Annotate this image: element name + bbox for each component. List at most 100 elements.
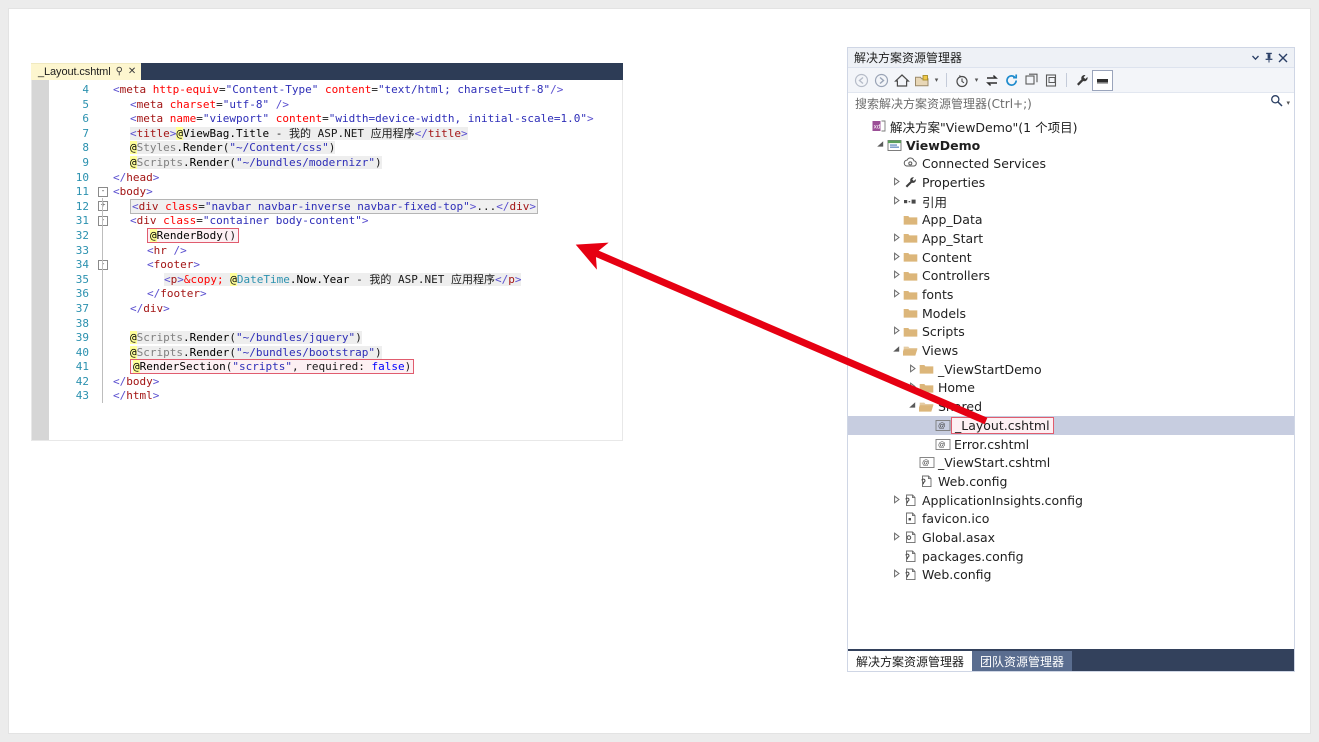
code-editor: _Layout.cshtml ⚲ ✕ 4 <meta http-equiv="Co… [31,63,623,441]
preview-selected-items-button[interactable] [1092,69,1113,91]
code-surface[interactable]: 4 <meta http-equiv="Content-Type" content… [31,80,623,441]
expanded-chevron-icon[interactable] [906,401,918,412]
properties-button[interactable] [1072,71,1091,90]
code-text: </footer> [147,287,207,301]
tree-item-content[interactable]: Content [848,248,1294,267]
screenshot-root: _Layout.cshtml ⚲ ✕ 4 <meta http-equiv="Co… [8,8,1311,734]
collapse-all-button[interactable] [1022,71,1041,90]
code-text: @RenderSection("scripts", required: fals… [113,359,415,375]
chevron-down-icon[interactable] [1248,51,1262,65]
search-dropdown-icon[interactable]: ▾ [1286,99,1290,107]
collapsed-chevron-icon[interactable] [890,326,902,337]
services-icon [902,157,919,170]
bottom-tab-solution-explorer[interactable]: 解决方案资源管理器 [848,651,973,671]
collapse-region-icon[interactable]: - [97,185,109,200]
collapsed-chevron-icon[interactable] [906,382,918,393]
tree-item-label: App_Data [922,212,983,228]
tree-item-[interactable]: 引用 [848,192,1294,211]
tree-item-favicon.ico[interactable]: favicon.ico [848,509,1294,528]
bottom-tab-team-explorer[interactable]: 团队资源管理器 [972,651,1073,671]
tree-item-controllers[interactable]: Controllers [848,267,1294,286]
collapsed-chevron-icon[interactable] [890,233,902,244]
razor-icon: @ [918,456,935,469]
collapsed-chevron-icon[interactable] [890,251,902,263]
line-number: 7 [82,126,89,140]
tree-item-models[interactable]: Models [848,304,1294,323]
tree-item-label: App_Start [922,230,984,246]
show-all-files-button[interactable] [1042,71,1061,90]
tree-item-connectedservices[interactable]: Connected Services [848,154,1294,173]
line-number: 38 [75,316,89,330]
collapsed-chevron-icon[interactable] [890,289,902,300]
folderopen-icon [918,401,935,413]
editor-tab-layout-cshtml[interactable]: _Layout.cshtml ⚲ ✕ [31,63,142,80]
editor-tab-label: _Layout.cshtml [38,66,111,78]
tree-item-web.config[interactable]: Web.config [848,472,1294,491]
tree-item-viewdemo1[interactable]: xd 解决方案"ViewDemo"(1 个项目) [848,117,1294,136]
expanded-chevron-icon[interactable] [890,345,902,356]
tree-item-_viewstartdemo[interactable]: _ViewStartDemo [848,360,1294,379]
collapsed-chevron-icon[interactable] [906,363,918,375]
solution-explorer-search[interactable]: 搜索解决方案资源管理器(Ctrl+;) ▾ [848,93,1294,114]
tree-item-label: 解决方案"ViewDemo"(1 个项目) [890,119,1078,135]
collapse-region-icon[interactable]: - [97,258,109,273]
code-line: 7 <title>@ViewBag.Title - 我的 ASP.NET 应用程序… [49,126,622,142]
tree-item-applicationinsights.config[interactable]: ApplicationInsights.config [848,491,1294,510]
collapse-region-icon[interactable]: - [97,214,109,229]
collapsed-chevron-icon[interactable] [890,532,902,543]
code-text: <footer> [147,258,200,272]
chevron-down-icon-2[interactable]: ▾ [972,76,981,84]
tree-item-scripts[interactable]: Scripts [848,323,1294,342]
code-text: <div class="container body-content"> [130,214,369,228]
pin-icon[interactable]: ⚲ [116,67,123,77]
tree-item-label: _ViewStartDemo [938,361,1042,377]
tree-item-packages.config[interactable]: packages.config [848,547,1294,566]
collapsed-chevron-icon[interactable] [890,270,902,281]
solution-explorer-panel: 解决方案资源管理器 ▾ ▾ 搜索解决方案资源管理器(Ctrl+;) ▾ xd 解… [847,47,1295,672]
collapsed-chevron-icon[interactable] [890,177,902,188]
expanded-chevron-icon[interactable] [874,140,886,151]
solution-explorer-toolbar: ▾ ▾ [848,68,1294,93]
collapsed-chevron-icon[interactable] [890,195,902,207]
tree-item-app_data[interactable]: App_Data [848,210,1294,229]
forward-button[interactable] [872,71,891,90]
collapsed-chevron-icon[interactable] [890,569,902,580]
svg-text:@: @ [938,421,946,430]
chevron-down-icon[interactable]: ▾ [932,76,941,84]
code-text: </head> [113,170,160,184]
tree-item-viewdemo[interactable]: ViewDemo [848,136,1294,155]
tree-item-global.asax[interactable]: Global.asax [848,528,1294,547]
editor-tab-strip: _Layout.cshtml ⚲ ✕ [31,63,623,80]
pin-icon[interactable] [1262,51,1276,65]
tree-item-app_start[interactable]: App_Start [848,229,1294,248]
search-icon[interactable] [1270,94,1284,112]
close-icon[interactable] [1276,51,1290,65]
line-number: 36 [75,287,89,301]
tree-item-views[interactable]: Views [848,341,1294,360]
folder-icon [902,214,919,226]
tree-item-_layout.cshtml[interactable]: @ _Layout.cshtml [848,416,1294,435]
line-number: 37 [75,301,89,315]
tree-item-shared[interactable]: Shared [848,397,1294,416]
tree-item-label: Models [922,305,967,321]
expand-region-icon[interactable]: + [97,200,109,215]
refresh-button[interactable] [1002,71,1021,90]
wrench-icon [902,176,919,189]
code-text: <meta name="viewport" content="width=dev… [130,112,594,126]
close-icon[interactable]: ✕ [128,67,136,77]
collapsed-chevron-icon[interactable] [890,494,902,506]
tree-item-label: ApplicationInsights.config [922,492,1083,508]
solution-root-button[interactable] [912,71,931,90]
tree-item-properties[interactable]: Properties [848,173,1294,192]
back-button[interactable] [852,71,871,90]
home-button[interactable] [892,71,911,90]
tree-item-web.config[interactable]: Web.config [848,566,1294,585]
pending-changes-button[interactable] [952,71,971,90]
sync-button[interactable] [982,71,1001,90]
tree-item-_viewstart.cshtml[interactable]: @ _ViewStart.cshtml [848,453,1294,472]
code-line: 5 <meta charset="utf-8" /> [49,98,622,113]
tree-item-fonts[interactable]: fonts [848,285,1294,304]
tree-item-home[interactable]: Home [848,379,1294,398]
tree-item-error.cshtml[interactable]: @ Error.cshtml [848,435,1294,454]
solution-tree[interactable]: xd 解决方案"ViewDemo"(1 个项目) ViewDemo Connected… [848,113,1294,633]
